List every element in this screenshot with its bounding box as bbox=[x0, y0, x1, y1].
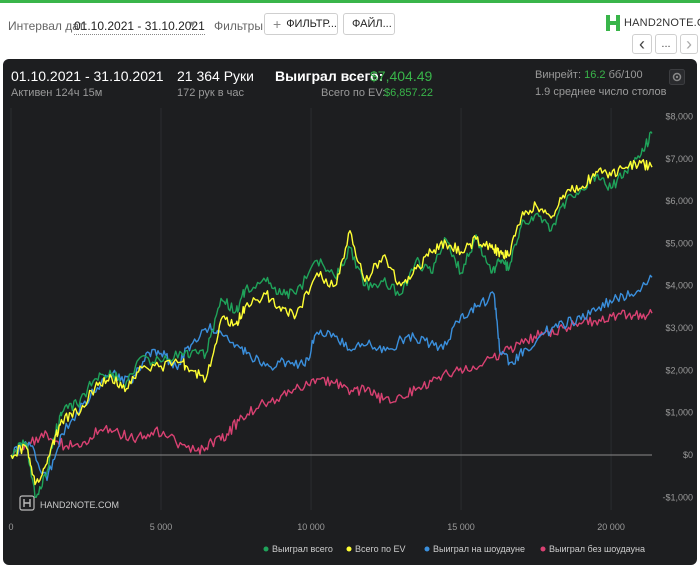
legend-label[interactable]: Всего по EV bbox=[355, 544, 405, 554]
y-tick-label: $5,000 bbox=[665, 238, 693, 248]
x-tick-label: 5 000 bbox=[150, 522, 173, 532]
y-tick-label: $3,000 bbox=[665, 323, 693, 333]
series-line bbox=[10, 158, 653, 486]
x-tick-label: 0 bbox=[8, 522, 13, 532]
y-tick-label: $7,000 bbox=[665, 154, 693, 164]
legend-marker bbox=[540, 546, 546, 552]
series-line bbox=[10, 131, 653, 498]
legend-label[interactable]: Выиграл на шоудауне bbox=[433, 544, 525, 554]
legend-marker bbox=[346, 546, 352, 552]
legend-marker bbox=[263, 546, 269, 552]
x-tick-label: 10 000 bbox=[297, 522, 325, 532]
legend-label[interactable]: Выиграл без шоудауна bbox=[549, 544, 645, 554]
watermark-text: HAND2NOTE.COM bbox=[40, 500, 119, 510]
x-tick-label: 20 000 bbox=[597, 522, 625, 532]
y-tick-label: $0 bbox=[683, 450, 693, 460]
watermark: HAND2NOTE.COM bbox=[19, 495, 119, 511]
y-tick-label: $8,000 bbox=[665, 111, 693, 121]
y-tick-label: $1,000 bbox=[665, 408, 693, 418]
y-tick-label: $4,000 bbox=[665, 281, 693, 291]
y-tick-label: $6,000 bbox=[665, 196, 693, 206]
legend-marker bbox=[424, 546, 430, 552]
x-tick-label: 15 000 bbox=[447, 522, 475, 532]
series-line bbox=[10, 274, 653, 482]
y-tick-label: $2,000 bbox=[665, 365, 693, 375]
y-tick-label: -$1,000 bbox=[662, 492, 693, 502]
legend-label[interactable]: Выиграл всего bbox=[272, 544, 333, 554]
series-line bbox=[10, 308, 653, 458]
watermark-logo-mark bbox=[23, 499, 31, 507]
chart-area: 0 5 000 10 000 15 000 20 000 -$1,000 $0 $1,000… bbox=[8, 108, 693, 554]
